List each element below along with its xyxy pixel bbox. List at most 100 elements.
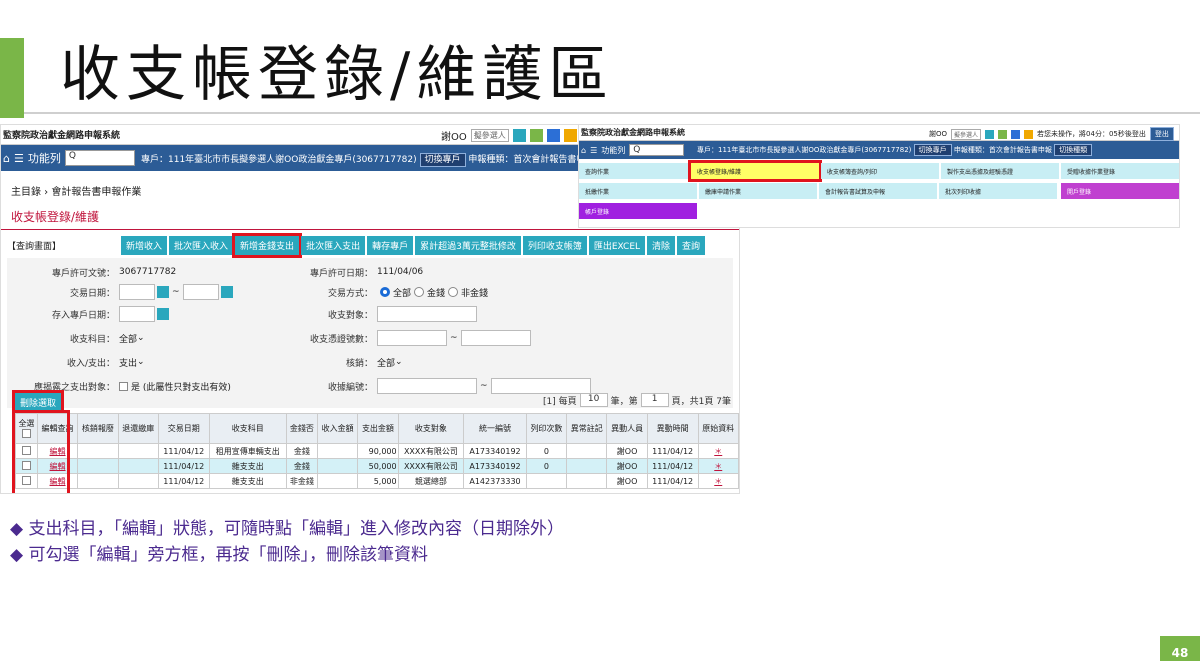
page-number-input[interactable]: 1 bbox=[640, 393, 669, 407]
table-row: 編輯 111/04/12 雜支支出 非金錢 5,000 競選總部 A142373… bbox=[15, 473, 739, 489]
select-all-checkbox[interactable] bbox=[21, 428, 31, 438]
row-checkbox[interactable] bbox=[21, 475, 31, 485]
row-checkbox[interactable] bbox=[21, 445, 31, 455]
theme-icon[interactable] bbox=[1011, 129, 1021, 139]
voucher-to-input[interactable] bbox=[460, 330, 531, 346]
radio-noncash[interactable] bbox=[448, 287, 459, 297]
calendar-icon[interactable] bbox=[157, 308, 169, 320]
switch-account-button[interactable]: 切換專戶 bbox=[419, 153, 466, 167]
menu-item-ledger-entry[interactable]: 收支帳登錄/維護 bbox=[688, 160, 822, 182]
menu-item-label: 抵繳作業 bbox=[585, 189, 610, 196]
row-checkbox[interactable] bbox=[21, 460, 31, 470]
nav-label[interactable]: 功能列 bbox=[28, 150, 61, 166]
original-link[interactable]: ＊ bbox=[697, 458, 739, 474]
theme-icon[interactable] bbox=[546, 129, 560, 142]
pager-prefix: [1] 每頁 bbox=[543, 396, 577, 407]
cell-taxid: A173340192 bbox=[463, 443, 527, 459]
calendar-icon[interactable] bbox=[157, 286, 169, 298]
receipt-from-input[interactable] bbox=[377, 378, 477, 394]
theme-icon[interactable] bbox=[512, 129, 526, 142]
cell-subject: 租用宣傳車輛支出 bbox=[208, 443, 287, 459]
radio-all[interactable] bbox=[380, 287, 390, 297]
menu-item-ledger-print[interactable]: 收支帳簿查詢/列印 bbox=[821, 163, 939, 179]
menu-icon[interactable]: ☰ bbox=[14, 152, 24, 165]
th-original: 原始資料 bbox=[697, 413, 739, 444]
add-cash-expense-button[interactable]: 新增金錢支出 bbox=[232, 232, 303, 258]
query-form: 專戶許可文號： 3067717782 專戶許可日期： 111/04/06 交易日… bbox=[7, 258, 733, 408]
trade-date-from-input[interactable] bbox=[119, 284, 155, 300]
add-income-button[interactable]: 新增收入 bbox=[121, 235, 168, 255]
menu-icon[interactable]: ☰ bbox=[590, 146, 597, 155]
user-role-select[interactable]: 擬參選人 bbox=[470, 129, 509, 142]
switch-account-button[interactable]: 切換專戶 bbox=[913, 144, 952, 156]
radio-cash[interactable] bbox=[414, 287, 425, 297]
chevron-down-icon[interactable]: ⌄ bbox=[137, 333, 145, 343]
review-select[interactable]: 全部 bbox=[377, 356, 395, 369]
action-bar: 【查詢畫面】 新增收入 批次匯入收入 新增金錢支出 批次匯入支出 轉存專戶 累計… bbox=[1, 232, 739, 258]
original-link[interactable]: ＊ bbox=[697, 473, 739, 489]
edit-link[interactable]: 編輯 bbox=[36, 473, 79, 489]
switch-type-button[interactable]: 切換種類 bbox=[1054, 144, 1093, 156]
disclose-checkbox[interactable] bbox=[119, 381, 128, 391]
transfer-account-button[interactable]: 轉存專戶 bbox=[367, 235, 414, 255]
original-link[interactable]: ＊ bbox=[697, 443, 739, 459]
cell-modifier: 謝OO bbox=[606, 473, 648, 489]
edit-link-text[interactable]: 編輯 bbox=[50, 477, 66, 486]
chevron-down-icon[interactable]: ⌄ bbox=[137, 357, 145, 367]
home-icon[interactable]: ⌂ bbox=[581, 146, 586, 155]
menu-item-offset[interactable]: 抵繳作業 bbox=[579, 183, 697, 199]
home-icon[interactable]: ⌂ bbox=[3, 152, 10, 165]
delete-selected-button[interactable]: 刪除選取 bbox=[11, 390, 65, 415]
logout-button[interactable]: 登出 bbox=[1149, 127, 1174, 141]
theme-icon[interactable] bbox=[998, 129, 1008, 139]
form-row: 核銷： 全部 ⌄ bbox=[265, 352, 403, 372]
batch-import-income-button[interactable]: 批次匯入收入 bbox=[169, 235, 234, 255]
edit-link[interactable]: 編輯 bbox=[36, 458, 79, 474]
nav-label[interactable]: 功能列 bbox=[601, 145, 625, 156]
clear-button[interactable]: 清除 bbox=[647, 235, 676, 255]
menu-item-query[interactable]: 查詢作業 bbox=[579, 163, 689, 179]
export-excel-button[interactable]: 匯出EXCEL bbox=[588, 235, 646, 255]
query-button[interactable]: 查詢 bbox=[677, 235, 706, 255]
chevron-down-icon[interactable]: ⌄ bbox=[395, 357, 403, 367]
party-input[interactable] bbox=[377, 306, 477, 322]
menu-item-open-account[interactable]: 開戶登錄 bbox=[1061, 183, 1179, 199]
cell-review bbox=[77, 458, 119, 474]
theme-icon[interactable] bbox=[985, 129, 995, 139]
menu-item-vouchers[interactable]: 製作支出憑據及經驗憑證 bbox=[941, 163, 1059, 179]
search-input[interactable]: Q bbox=[629, 144, 685, 156]
calendar-icon[interactable] bbox=[220, 286, 233, 298]
th-date: 交易日期 bbox=[157, 413, 210, 444]
theme-icon[interactable] bbox=[529, 129, 543, 142]
edit-link-text[interactable]: 編輯 bbox=[50, 447, 66, 456]
original-link-text[interactable]: ＊ bbox=[714, 462, 722, 471]
th-select-all[interactable]: 全選 bbox=[15, 413, 38, 444]
cell-modifier: 謝OO bbox=[606, 443, 648, 459]
search-input[interactable]: Q bbox=[64, 150, 135, 166]
edit-link-text[interactable]: 編輯 bbox=[50, 462, 66, 471]
print-ledger-button[interactable]: 列印收支帳簿 bbox=[522, 235, 587, 255]
row-checkbox-cell bbox=[15, 458, 38, 474]
original-link-text[interactable]: ＊ bbox=[714, 477, 722, 486]
inout-select[interactable]: 支出 bbox=[119, 356, 137, 369]
ledger-table: 全選 編輯查詢 核銷報廢 退還繳庫 交易日期 收支科目 金錢否 收入金額 支出金… bbox=[15, 413, 739, 489]
original-link-text[interactable]: ＊ bbox=[714, 447, 722, 456]
menu-item-account[interactable]: 帳戶登錄 bbox=[579, 203, 697, 219]
theme-icon[interactable] bbox=[563, 129, 577, 142]
batch-import-expense-button[interactable]: 批次匯入支出 bbox=[301, 235, 366, 255]
bulk-edit-button[interactable]: 累計超過3萬元整批修改 bbox=[415, 235, 521, 255]
menu-item-receipts[interactable]: 受贈收據作業登錄 bbox=[1061, 163, 1179, 179]
menu-item-report[interactable]: 會計報告書試算及申報 bbox=[819, 183, 937, 199]
edit-link[interactable]: 編輯 bbox=[36, 443, 79, 459]
theme-icon[interactable] bbox=[1024, 129, 1034, 139]
trade-date-to-input[interactable] bbox=[182, 284, 219, 300]
table-header-row: 全選 編輯查詢 核銷報廢 退還繳庫 交易日期 收支科目 金錢否 收入金額 支出金… bbox=[15, 413, 739, 444]
subject-select[interactable]: 全部 bbox=[119, 332, 137, 345]
voucher-from-input[interactable] bbox=[377, 330, 447, 346]
deposit-date-input[interactable] bbox=[119, 306, 155, 322]
page-size-input[interactable]: 10 bbox=[579, 393, 608, 407]
menu-item-batch-print[interactable]: 批次列印收據 bbox=[939, 183, 1057, 199]
menu-item-treasury[interactable]: 繳庫申請作業 bbox=[699, 183, 817, 199]
user-role-select[interactable]: 擬參選人 bbox=[951, 128, 982, 140]
receipt-to-input[interactable] bbox=[490, 378, 591, 394]
